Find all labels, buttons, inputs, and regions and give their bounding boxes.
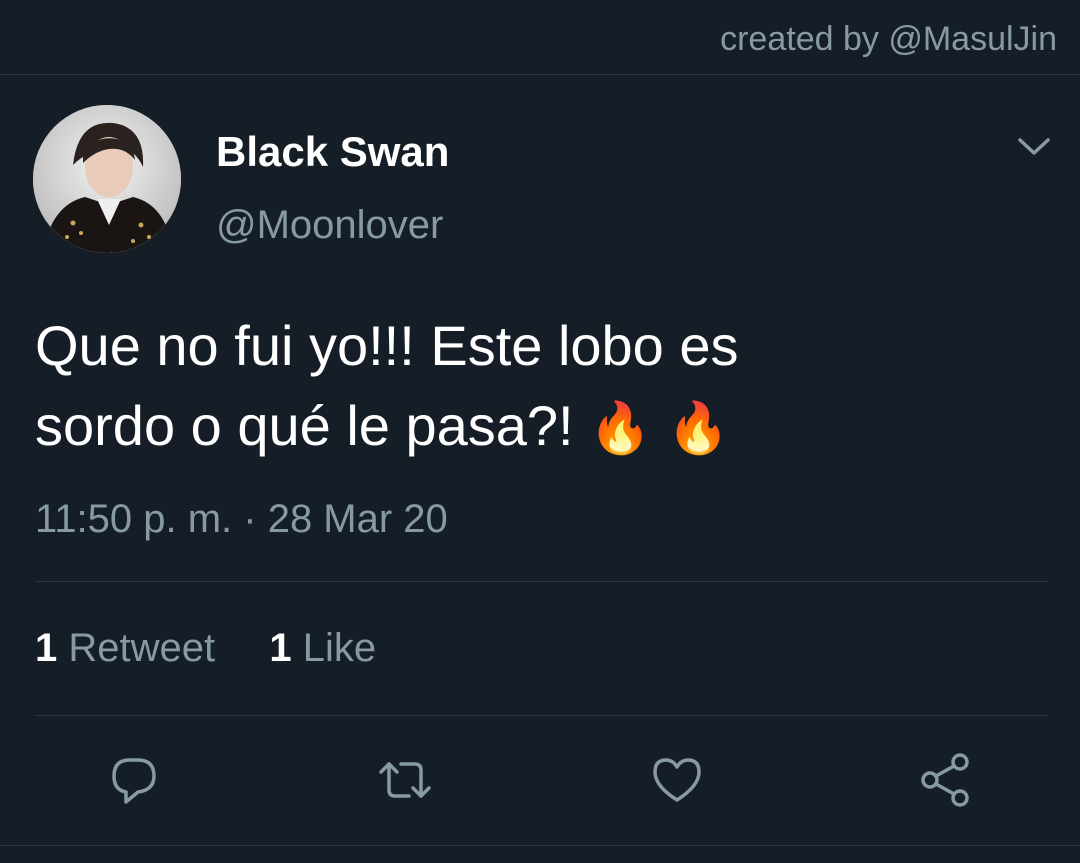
reply-icon[interactable]	[106, 752, 162, 808]
like-count[interactable]: 1	[269, 626, 291, 670]
retweet-label[interactable]: Retweet	[68, 626, 215, 670]
user-handle[interactable]: @Moonlover	[216, 203, 443, 248]
avatar[interactable]	[33, 105, 181, 253]
chevron-down-icon[interactable]	[1014, 128, 1054, 164]
like-label[interactable]: Like	[303, 626, 376, 670]
top-bar: created by @MasulJin	[0, 0, 1080, 75]
creator-credit: created by @MasulJin	[720, 20, 1057, 58]
tweet-text-line-2-words: sordo o qué le pasa?!	[35, 394, 590, 457]
display-name[interactable]: Black Swan	[216, 128, 449, 176]
fire-emoji: 🔥	[667, 400, 730, 456]
tweet-timestamp[interactable]: 11:50 p. m. · 28 Mar 20	[35, 497, 448, 542]
fire-emoji: 🔥	[589, 400, 652, 456]
retweet-icon[interactable]	[377, 752, 433, 808]
tweet-stats: 1 Retweet 1 Like	[35, 626, 376, 671]
divider	[35, 581, 1047, 582]
divider	[35, 715, 1047, 716]
tweet-text-line-1: Que no fui yo!!! Este lobo es	[35, 314, 739, 377]
tweet-text-line-2: sordo o qué le pasa?! 🔥 🔥	[35, 386, 1045, 468]
share-icon[interactable]	[918, 752, 974, 808]
heart-icon[interactable]	[649, 752, 705, 808]
divider	[0, 845, 1080, 846]
retweet-count[interactable]: 1	[35, 626, 57, 670]
tweet-text: Que no fui yo!!! Este lobo es sordo o qu…	[35, 306, 1045, 468]
